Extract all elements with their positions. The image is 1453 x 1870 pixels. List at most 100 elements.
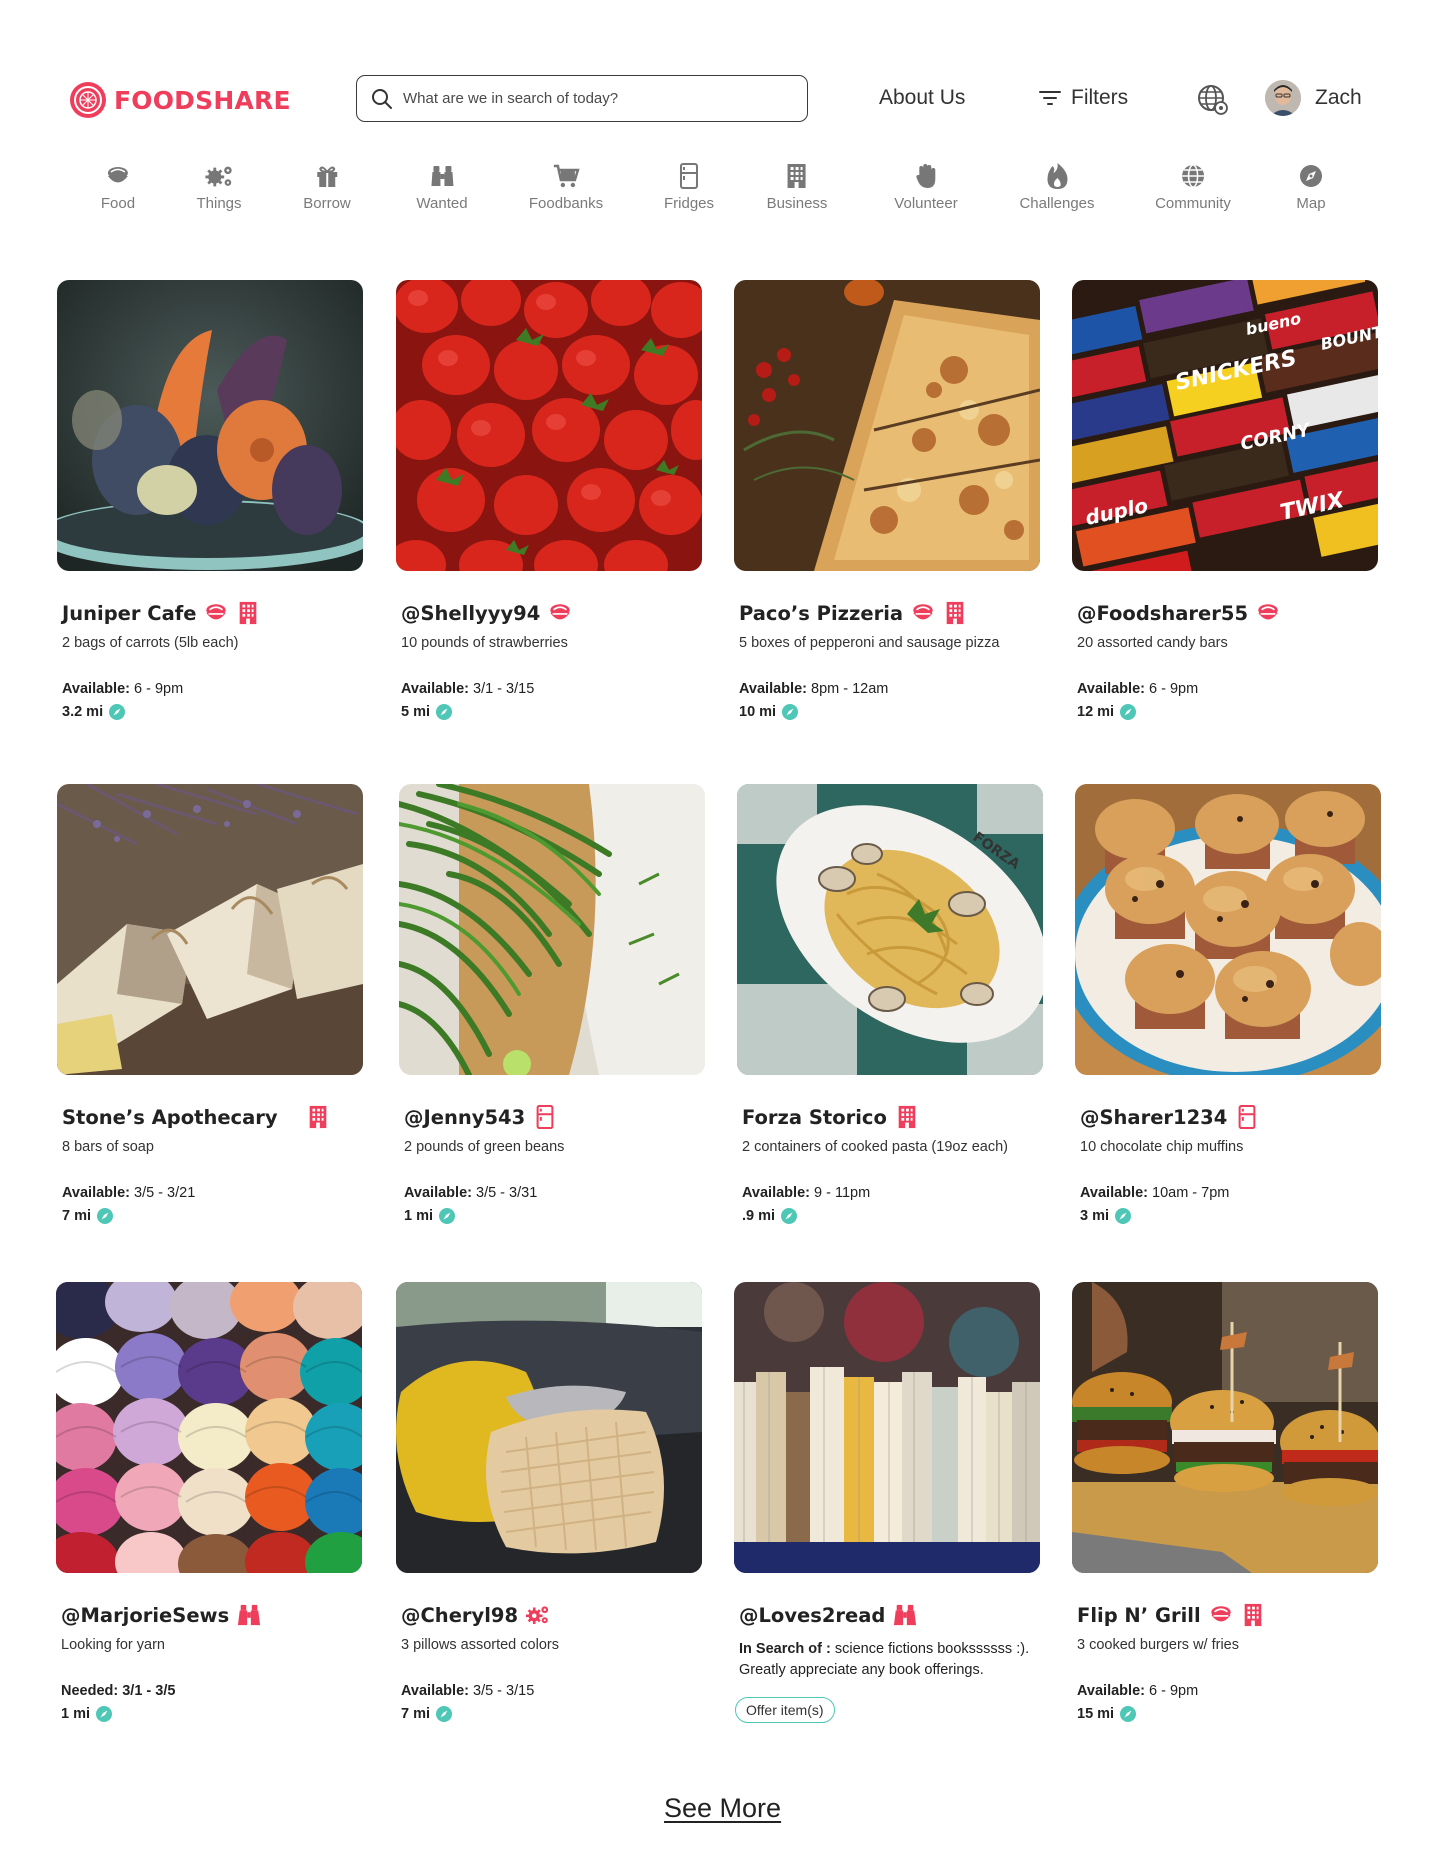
listing-description: 20 assorted candy bars xyxy=(1077,635,1228,651)
listing-title[interactable]: Paco’s Pizzeria xyxy=(739,602,903,625)
listing-description: 10 chocolate chip muffins xyxy=(1080,1139,1244,1155)
listing-image-strawberries[interactable] xyxy=(396,280,702,571)
listing-image-pizza[interactable] xyxy=(734,280,1040,571)
listing-distance: .9 mi xyxy=(742,1208,1043,1224)
listing-card[interactable]: Paco’s Pizzeria 5 boxes of pepperoni and… xyxy=(734,280,1040,720)
listing-card[interactable]: @Sharer1234 10 chocolate chip muffins Av… xyxy=(1075,784,1381,1224)
compass-icon xyxy=(781,1208,797,1224)
compass-icon xyxy=(1300,165,1322,187)
category-label: Food xyxy=(100,195,136,212)
see-more-link[interactable]: See More xyxy=(664,1793,781,1824)
listing-image-muffins[interactable] xyxy=(1075,784,1381,1075)
avatar xyxy=(1265,80,1301,116)
listing-card[interactable]: @MarjorieSews Looking for yarn Needed: 3… xyxy=(56,1282,362,1722)
flame-icon xyxy=(1047,163,1067,189)
listing-card[interactable]: FORZA Forza Storico 2 containers of cook… xyxy=(737,784,1043,1224)
user-menu[interactable]: Zach xyxy=(1265,80,1362,116)
listing-search-description: In Search of : science fictions bookssss… xyxy=(739,1641,1030,1678)
compass-icon xyxy=(109,704,125,720)
listing-image-candy[interactable]: SNICKERS duplo TWIX CORNY BOUNTY bueno xyxy=(1072,280,1378,571)
category-food[interactable]: Food xyxy=(101,162,135,212)
language-settings-button[interactable] xyxy=(1197,84,1229,121)
category-volunteer[interactable]: Volunteer xyxy=(894,162,958,212)
listing-title[interactable]: Stone’s Apothecary xyxy=(62,1106,278,1129)
listing-title[interactable]: @MarjorieSews xyxy=(61,1604,229,1627)
about-us-label: About Us xyxy=(879,86,966,109)
listing-card[interactable]: Juniper Cafe 2 bags of carrots (5lb each… xyxy=(57,280,363,720)
building-icon xyxy=(895,1105,919,1129)
food-bowl-icon xyxy=(107,167,128,183)
listing-availability: Available: 3/5 - 3/21 xyxy=(62,1185,196,1201)
compass-icon xyxy=(97,1208,113,1224)
listing-title[interactable]: @Loves2read xyxy=(739,1604,885,1627)
logo-plate-icon xyxy=(70,82,106,118)
listing-image-yarn[interactable] xyxy=(56,1282,362,1573)
listing-distance: 1 mi xyxy=(404,1208,705,1224)
compass-icon xyxy=(1120,1706,1136,1722)
listing-description: 10 pounds of strawberries xyxy=(401,635,568,651)
listing-availability: Available: 6 - 9pm xyxy=(1077,681,1199,697)
listing-image-soap[interactable] xyxy=(57,784,363,1075)
compass-icon xyxy=(1120,704,1136,720)
listing-image-green-beans[interactable] xyxy=(399,784,705,1075)
compass-icon xyxy=(1115,1208,1131,1224)
food-bowl-icon xyxy=(911,601,935,625)
listing-card[interactable]: @Loves2read In Search of : science ficti… xyxy=(734,1282,1040,1723)
category-map[interactable]: Map xyxy=(1296,162,1326,212)
listing-image-books[interactable] xyxy=(734,1282,1040,1573)
listing-availability: Available: 10am - 7pm xyxy=(1080,1185,1230,1201)
listing-image-pasta[interactable]: FORZA xyxy=(737,784,1043,1075)
cart-icon xyxy=(554,164,580,188)
category-community[interactable]: Community xyxy=(1155,162,1231,212)
search-input[interactable] xyxy=(403,90,783,107)
listing-title[interactable]: Forza Storico xyxy=(742,1106,887,1129)
listing-distance: 3.2 mi xyxy=(62,704,363,720)
listing-distance: 7 mi xyxy=(401,1706,702,1722)
offer-items-button[interactable]: Offer item(s) xyxy=(735,1697,835,1723)
fridge-icon xyxy=(1235,1105,1259,1129)
filters-button[interactable]: Filters xyxy=(1039,86,1128,110)
listing-card[interactable]: SNICKERS duplo TWIX CORNY BOUNTY bueno @… xyxy=(1072,280,1378,720)
category-business[interactable]: Business xyxy=(767,162,827,212)
user-name: Zach xyxy=(1315,86,1362,109)
listing-title[interactable]: @Jenny543 xyxy=(404,1106,525,1129)
binoculars-icon xyxy=(237,1603,261,1627)
category-label: Community xyxy=(1155,195,1231,212)
listing-distance: 15 mi xyxy=(1077,1706,1378,1722)
listing-title[interactable]: @Cheryl98 xyxy=(401,1604,518,1627)
listing-description: 2 containers of cooked pasta (19oz each) xyxy=(742,1139,1008,1155)
listing-description: 2 pounds of green beans xyxy=(404,1139,565,1155)
building-icon xyxy=(788,164,806,188)
about-us-link[interactable]: About Us xyxy=(879,86,965,110)
listing-availability: Available: 9 - 11pm xyxy=(742,1185,871,1201)
listing-title[interactable]: @Foodsharer55 xyxy=(1077,602,1248,625)
listing-title[interactable]: Juniper Cafe xyxy=(62,602,196,625)
listing-card[interactable]: Stone’s Apothecary 8 bars of soap Availa… xyxy=(57,784,363,1224)
listing-card[interactable]: @Jenny543 2 pounds of green beans Availa… xyxy=(399,784,705,1224)
fridge-icon xyxy=(680,163,698,189)
category-things[interactable]: Things xyxy=(196,162,242,212)
listing-card[interactable]: Flip N’ Grill 3 cooked burgers w/ fries … xyxy=(1072,1282,1378,1722)
compass-icon xyxy=(436,704,452,720)
building-icon xyxy=(943,601,967,625)
listing-title[interactable]: @Sharer1234 xyxy=(1080,1106,1227,1129)
category-fridges[interactable]: Fridges xyxy=(664,162,714,212)
category-challenges[interactable]: Challenges xyxy=(1019,162,1095,212)
hand-icon xyxy=(915,164,935,188)
globe-icon xyxy=(1181,164,1204,188)
listing-availability: Available: 8pm - 12am xyxy=(739,681,889,697)
listing-title[interactable]: @Shellyyy94 xyxy=(401,602,540,625)
search-bar[interactable] xyxy=(356,75,808,122)
compass-icon xyxy=(782,704,798,720)
listing-title[interactable]: Flip N’ Grill xyxy=(1077,1604,1201,1627)
listing-card[interactable]: @Cheryl98 3 pillows assorted colors Avai… xyxy=(396,1282,702,1722)
listing-image-pillows[interactable] xyxy=(396,1282,702,1573)
listing-card[interactable]: @Shellyyy94 10 pounds of strawberries Av… xyxy=(396,280,702,720)
listing-image-carrots[interactable] xyxy=(57,280,363,571)
brand-logo[interactable]: FOODSHARE xyxy=(70,82,291,118)
category-borrow[interactable]: Borrow xyxy=(303,162,351,212)
building-icon xyxy=(236,601,260,625)
category-wanted[interactable]: Wanted xyxy=(416,162,468,212)
category-foodbanks[interactable]: Foodbanks xyxy=(529,162,603,212)
listing-image-burgers[interactable] xyxy=(1072,1282,1378,1573)
